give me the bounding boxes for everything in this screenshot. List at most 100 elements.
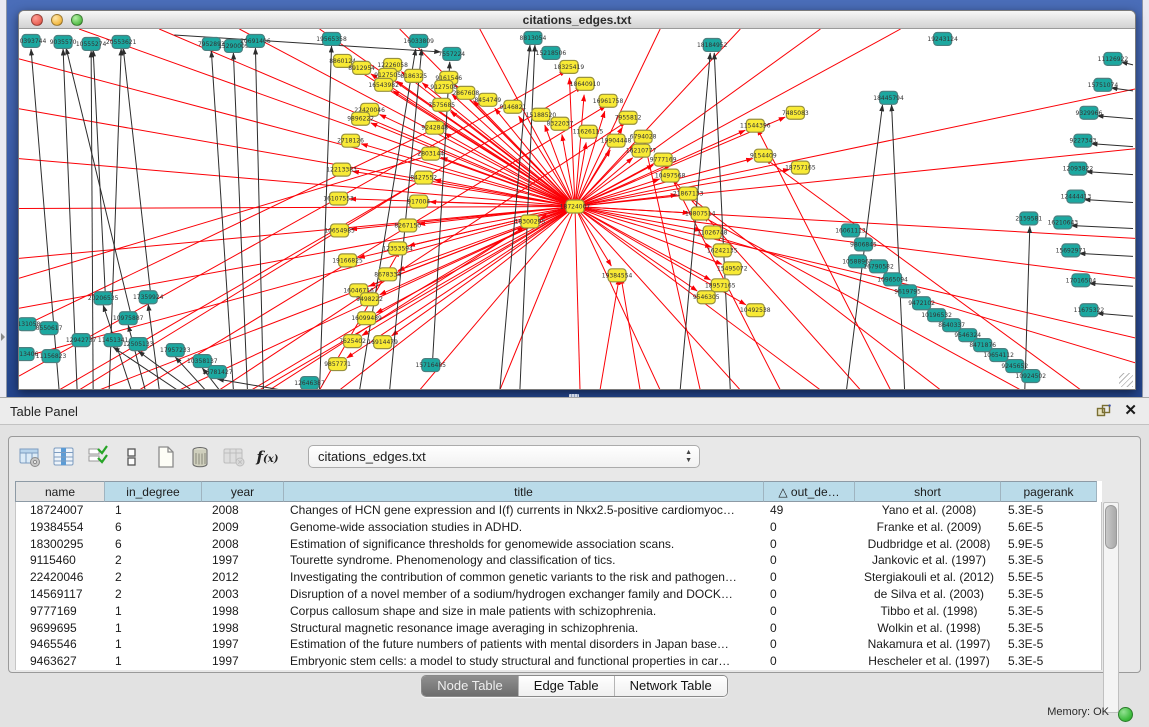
tab-network-table[interactable]: Network Table	[614, 676, 727, 696]
citation-edge[interactable]	[575, 89, 1135, 207]
network-canvas[interactable]: 1872400718300295193845548860124891295412…	[19, 29, 1135, 389]
citation-edge[interactable]	[79, 180, 422, 389]
memory-status-indicator[interactable]	[1118, 707, 1133, 722]
citation-edge[interactable]	[19, 109, 575, 207]
cell-year: 2008	[203, 536, 285, 553]
close-panel-icon[interactable]: ✕	[1124, 401, 1137, 419]
panel-collapse-arrow-icon[interactable]	[1, 333, 5, 341]
cell-in_degree: 2	[106, 552, 203, 569]
table-row[interactable]: 911546021997Tourette syndrome. Phenomeno…	[16, 552, 1101, 569]
cell-short: Jankovic et al. (1997)	[856, 552, 1002, 569]
tab-node-table[interactable]: Node Table	[422, 676, 518, 696]
node-label: 8471876	[969, 342, 996, 349]
cell-year: 1997	[203, 552, 285, 569]
node-label: 16099489	[351, 315, 382, 322]
node-label: 9806845	[850, 241, 877, 248]
row-height-icon[interactable]	[119, 445, 144, 470]
node-label: 6794028	[630, 134, 657, 141]
citation-edge[interactable]	[1091, 144, 1133, 147]
cell-pagerank: 5.3E-5	[1002, 502, 1098, 519]
citation-edge[interactable]	[139, 106, 606, 389]
citation-edge[interactable]	[19, 159, 575, 207]
citation-edge[interactable]	[217, 379, 281, 389]
node-label: 17016504	[1066, 277, 1097, 284]
citation-edge[interactable]	[1071, 225, 1133, 228]
column-header-out_de[interactable]: △ out_de…	[764, 481, 855, 502]
citation-edge[interactable]	[255, 48, 263, 389]
citation-edge[interactable]	[600, 278, 619, 389]
function-builder-icon[interactable]: f(x)	[255, 445, 280, 470]
citation-edge[interactable]	[19, 207, 575, 209]
table-header-row: namein_degreeyeartitle△ out_de…shortpage…	[15, 481, 1102, 502]
citation-edge[interactable]	[621, 277, 640, 389]
node-label: 17359924	[133, 294, 164, 301]
citation-edge[interactable]	[575, 195, 677, 207]
delete-column-icon[interactable]	[187, 445, 212, 470]
citation-network-graph[interactable]: 1872400718300295193845548860124891295412…	[19, 29, 1135, 389]
citation-edge[interactable]	[1097, 116, 1133, 119]
tab-edge-table[interactable]: Edge Table	[518, 676, 614, 696]
citation-edge[interactable]	[138, 351, 191, 389]
citation-edge[interactable]	[31, 49, 59, 389]
combobox-stepper-icon: ▲▼	[685, 449, 692, 465]
column-show-icon[interactable]	[51, 445, 76, 470]
citation-edge[interactable]	[473, 101, 575, 207]
table-settings-icon[interactable]	[17, 445, 42, 470]
column-header-year[interactable]: year	[202, 481, 284, 502]
node-label: 16061113	[835, 227, 866, 234]
table-row[interactable]: 969969511998Structural magnetic resonanc…	[16, 620, 1101, 637]
citation-edge[interactable]	[500, 207, 575, 389]
node-label: 19904448	[601, 138, 632, 145]
node-label: 9857771	[324, 361, 351, 368]
citation-edge[interactable]	[569, 78, 575, 207]
cell-year: 2008	[203, 502, 285, 519]
cell-title: Corpus callosum shape and size in male p…	[285, 603, 765, 620]
citation-edge[interactable]	[19, 59, 575, 207]
node-label: 16543982	[368, 82, 399, 89]
citation-edge[interactable]	[575, 165, 653, 207]
citation-edge[interactable]	[575, 207, 580, 389]
new-column-icon[interactable]	[153, 445, 178, 470]
table-row[interactable]: 977716911998Corpus callosum shape and si…	[16, 603, 1101, 620]
table-row[interactable]: 2242004622012Investigating the contribut…	[16, 569, 1101, 586]
citation-edge[interactable]	[19, 156, 429, 279]
citation-edge[interactable]	[1084, 200, 1133, 203]
window-resize-grip[interactable]	[1119, 373, 1133, 387]
node-label: 9498222	[356, 296, 383, 303]
table-row[interactable]: 946554611997Estimation of the future num…	[16, 636, 1101, 653]
table-row[interactable]: 1456911722003Disruption of a novel membe…	[16, 586, 1101, 603]
delete-table-icon[interactable]	[221, 445, 246, 470]
citation-edge[interactable]	[575, 207, 711, 281]
node-label: 8912954	[348, 65, 375, 72]
cell-in_degree: 2	[106, 586, 203, 603]
citation-edge[interactable]	[765, 159, 1081, 389]
citation-edge[interactable]	[233, 53, 247, 389]
right-panel-edge[interactable]	[1142, 0, 1149, 397]
table-row[interactable]: 1872400712008Changes of HCN gene express…	[16, 502, 1101, 519]
cell-year: 1997	[203, 653, 285, 670]
node-label: 16210777	[626, 148, 657, 155]
float-panel-icon[interactable]	[1096, 404, 1111, 418]
citation-edge[interactable]	[714, 53, 730, 389]
citation-edge[interactable]	[575, 207, 697, 291]
citation-edge[interactable]	[128, 325, 145, 389]
column-header-name[interactable]: name	[15, 481, 105, 502]
table-row[interactable]: 1938455462009Genome-wide association stu…	[16, 519, 1101, 536]
cell-title: Embryonic stem cells: a model to study s…	[285, 653, 765, 670]
column-header-short[interactable]: short	[855, 481, 1001, 502]
citation-edge[interactable]	[66, 48, 130, 311]
column-header-in_degree[interactable]: in_degree	[105, 481, 202, 502]
column-header-title[interactable]: title	[284, 481, 764, 502]
scrollbar-thumb[interactable]	[1105, 505, 1117, 549]
table-row[interactable]: 1830029562008Estimation of significance …	[16, 536, 1101, 553]
node-label: 8640337	[938, 322, 965, 329]
table-source-combobox[interactable]: citations_edges.txt ▲▼	[308, 445, 700, 468]
column-header-pagerank[interactable]: pagerank	[1001, 481, 1097, 502]
cell-year: 1997	[203, 636, 285, 653]
network-window-titlebar[interactable]: citations_edges.txt	[19, 11, 1135, 29]
citation-edge[interactable]	[1079, 253, 1133, 256]
citation-edge[interactable]	[320, 46, 332, 389]
table-row[interactable]: 946362711997Embryonic stem cells: a mode…	[16, 653, 1101, 670]
column-select-icon[interactable]	[85, 445, 110, 470]
citation-edge[interactable]	[575, 207, 660, 389]
